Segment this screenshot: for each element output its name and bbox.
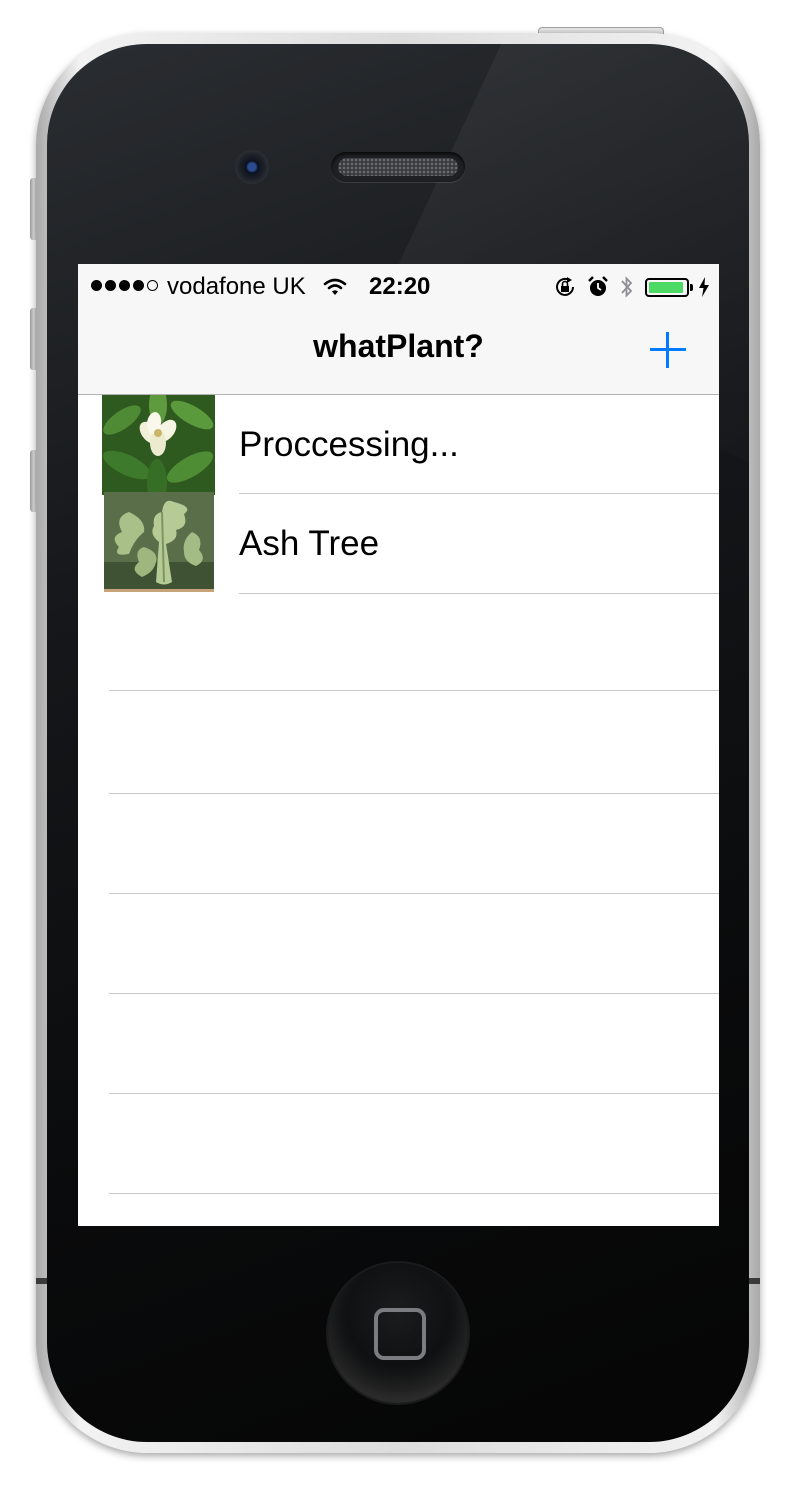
signal-dot xyxy=(105,280,116,291)
orientation-lock-icon xyxy=(556,277,574,296)
list-item[interactable]: Ash Tree xyxy=(78,492,719,593)
signal-dot xyxy=(91,280,102,291)
signal-dot xyxy=(133,280,144,291)
app-screen: vodafone UK 22:20 whatPlant? Proccessing… xyxy=(78,264,719,1226)
row-separator xyxy=(109,1093,719,1094)
row-separator xyxy=(239,593,719,594)
battery-icon xyxy=(645,277,693,297)
list-item-label: Proccessing... xyxy=(239,425,459,464)
plus-icon[interactable] xyxy=(648,330,688,370)
home-button[interactable] xyxy=(328,1263,468,1403)
status-time: 22:20 xyxy=(369,273,431,300)
charging-bolt-icon xyxy=(699,277,709,297)
home-square-icon xyxy=(374,1308,426,1360)
row-separator xyxy=(109,893,719,894)
iphone-device: vodafone UK 22:20 whatPlant? Proccessing… xyxy=(0,0,798,1494)
status-bar: vodafone UK 22:20 xyxy=(78,264,719,310)
row-separator xyxy=(109,793,719,794)
alarm-icon xyxy=(588,276,608,296)
navigation-bar: vodafone UK 22:20 whatPlant? xyxy=(78,264,719,395)
row-separator xyxy=(109,993,719,994)
row-separator xyxy=(109,1193,719,1194)
oak-leaf-thumbnail xyxy=(104,492,214,592)
row-separator xyxy=(109,690,719,691)
wifi-icon xyxy=(323,278,347,295)
antenna-band xyxy=(748,1278,760,1284)
magnolia-flower-thumbnail xyxy=(102,395,215,495)
bluetooth-icon xyxy=(621,276,633,298)
carrier-name: vodafone UK xyxy=(167,273,306,300)
front-camera xyxy=(235,150,269,184)
list-item-label: Ash Tree xyxy=(239,524,380,563)
list-item[interactable]: Proccessing... xyxy=(78,395,719,495)
signal-dot xyxy=(119,280,130,291)
nav-title: whatPlant? xyxy=(313,328,484,364)
signal-dots-icon xyxy=(91,280,158,291)
earpiece-speaker xyxy=(331,152,465,182)
signal-dot xyxy=(147,280,158,291)
